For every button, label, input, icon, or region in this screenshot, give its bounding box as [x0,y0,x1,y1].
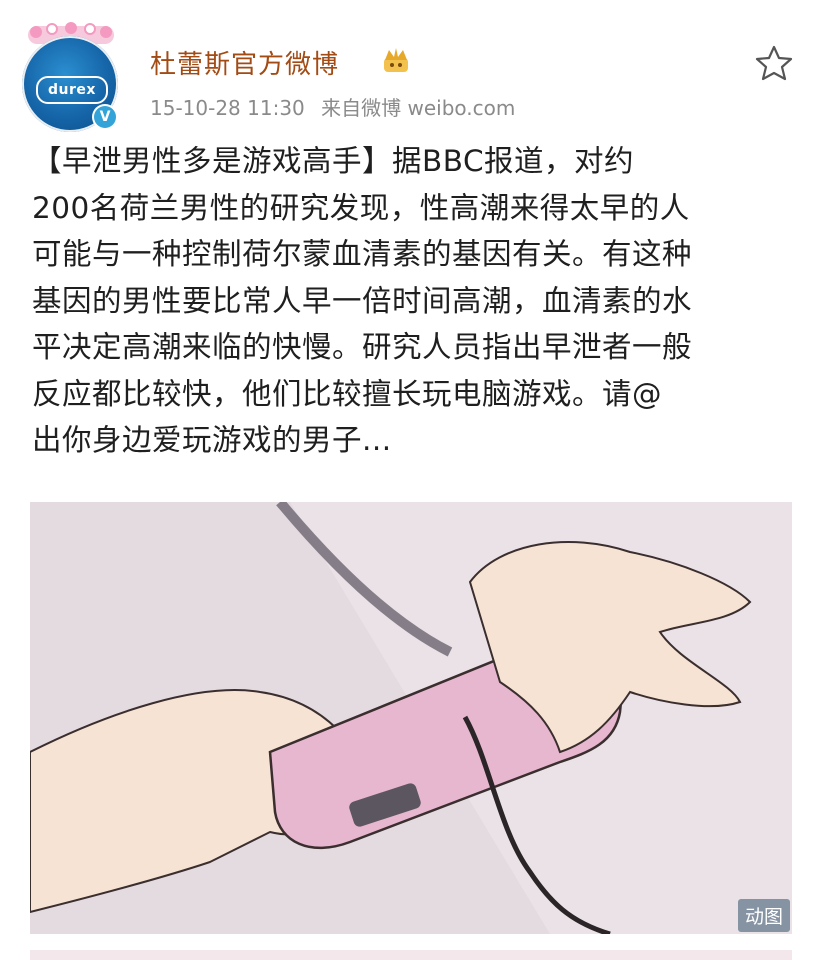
post-text-line: 出你身边爱玩游戏的男子... [32,423,392,457]
post-header: durex V 杜蕾斯官方微博 15-10-28 11:30 来自微博 weib… [0,0,821,132]
post-text-line: 反应都比较快，他们比较擅长玩电脑游戏。请@ [32,376,663,411]
post-gif-image[interactable]: 动图 [30,502,792,934]
favorite-star-icon[interactable] [754,44,794,82]
post-text-line: 【早泄男性多是游戏高手】据BBC报道，对约 [32,144,635,178]
gif-badge: 动图 [737,899,790,932]
post-source[interactable]: 来自微博 weibo.com [321,96,515,120]
verified-icon: V [94,106,116,128]
post-body: 【早泄男性多是游戏高手】据BBC报道，对约 200名荷兰男性的研究发现，性高潮来… [32,138,802,464]
post-time: 15-10-28 11:30 [150,96,305,120]
post-text-line: 200名荷兰男性的研究发现，性高潮来得太早的人 [32,190,690,225]
game-controller-illustration [30,502,792,934]
next-image-strip [30,950,792,960]
post-meta: 15-10-28 11:30 来自微博 weibo.com [150,92,525,121]
verified-badge: V [92,104,118,130]
avatar-logo: durex [36,76,108,104]
author-name[interactable]: 杜蕾斯官方微博 [150,44,339,81]
post-text-line: 可能与一种控制荷尔蒙血清素的基因有关。有这种 [32,237,693,271]
author-avatar[interactable]: durex V [18,18,128,132]
post-text-line: 基因的男性要比常人早一倍时间高潮，血清素的水 [32,283,693,318]
post-text-line: 平决定高潮来临的快慢。研究人员指出早泄者一般 [32,330,693,364]
crown-icon [384,48,408,72]
